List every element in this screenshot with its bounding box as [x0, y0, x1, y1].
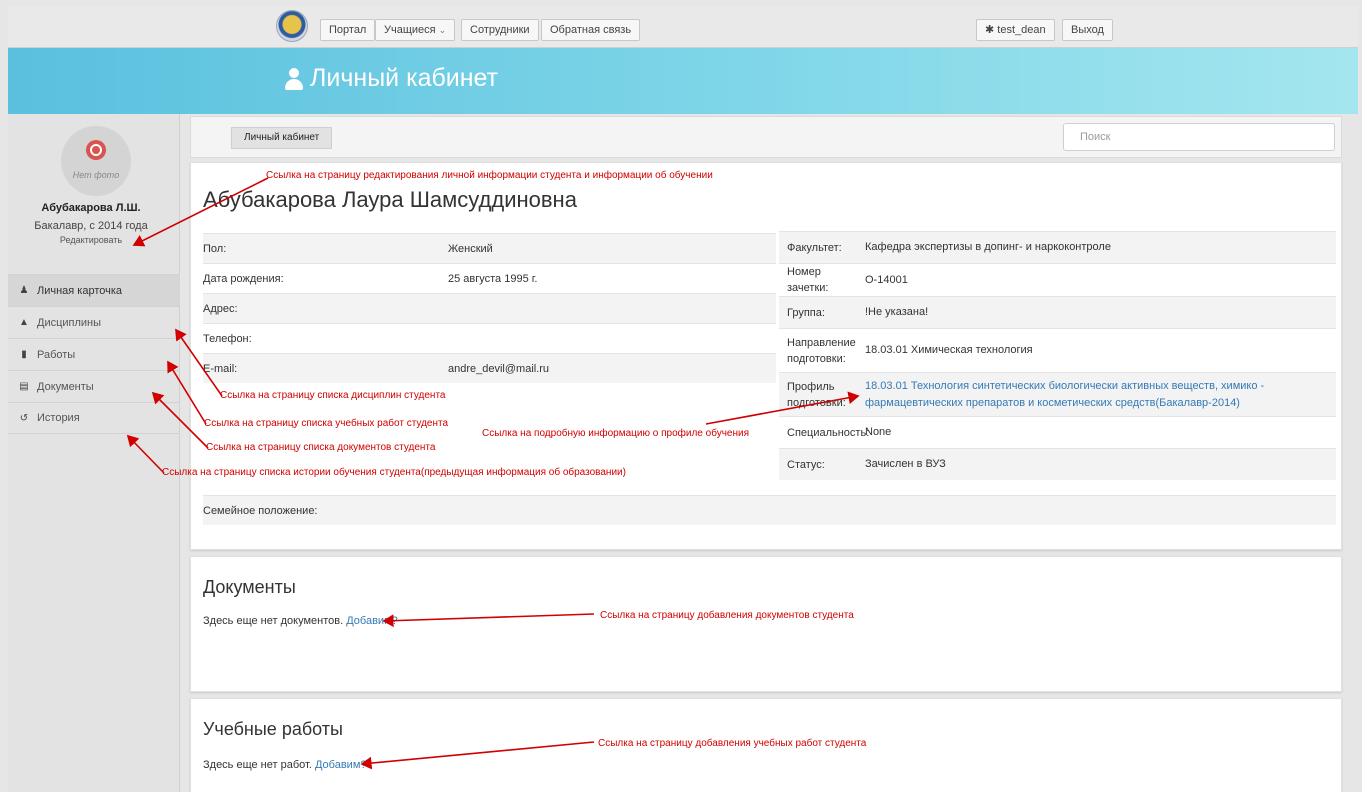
table-row: Адрес:: [203, 293, 776, 323]
family-status-row: Семейное положение:: [203, 495, 1336, 525]
works-title: Учебные работы: [203, 719, 343, 739]
avatar: Нет фото: [61, 126, 131, 196]
annotation-add-works: Ссылка на страницу добавления учебных ра…: [598, 738, 867, 749]
sidebar-item-works[interactable]: ▮ Работы: [8, 338, 180, 370]
chevron-down-icon: ⌄: [438, 25, 447, 35]
field-label: Группа:: [787, 306, 825, 319]
annotation-profile: Ссылка на подробную информацию о профиле…: [482, 428, 750, 439]
documents-panel: Документы Здесь еще нет документов. Доба…: [190, 556, 1342, 692]
user-icon: [284, 67, 304, 90]
nav-employees[interactable]: Сотрудники: [461, 19, 539, 41]
field-value: О-14001: [865, 273, 908, 286]
add-document-link[interactable]: Добавим?: [346, 615, 398, 627]
annotation-documents: Ссылка на страницу списка документов сту…: [206, 442, 436, 453]
document-icon: ▤: [19, 381, 29, 392]
sidebar-menu: ♟ Личная карточка ▲ Дисциплины ▮ Работы …: [8, 274, 180, 434]
search-input[interactable]: [1063, 123, 1335, 151]
user-icon: ♟: [19, 285, 29, 296]
table-row: Группа: !Не указана!: [779, 296, 1336, 328]
sidebar-item-label: Работы: [37, 348, 76, 361]
top-navbar: Портал Учащиеся ⌄ Сотрудники Обратная свя…: [8, 6, 1358, 48]
annotation-works: Ссылка на страницу списка учебных работ …: [204, 418, 449, 429]
nav-students-dropdown[interactable]: Учащиеся ⌄: [375, 19, 456, 41]
field-value: 25 августа 1995 г.: [448, 272, 538, 285]
no-photo-icon: [86, 140, 106, 160]
student-full-name: Абубакарова Лаура Шамсуддиновна: [203, 187, 577, 212]
sidebar-item-documents[interactable]: ▤ Документы: [8, 370, 180, 402]
field-label: Семейное положение:: [203, 505, 318, 517]
field-label: Пол:: [203, 242, 227, 255]
student-info-panel: Абубакарова Лаура Шамсуддиновна Пол: Женс…: [190, 162, 1342, 550]
annotation-edit: Ссылка на страницу редактирования личной…: [266, 170, 713, 181]
annotation-disciplines: Ссылка на страницу списка дисциплин студ…: [220, 390, 446, 401]
book-icon: ▮: [21, 349, 27, 360]
sidebar-item-label: История: [37, 412, 80, 424]
table-row: Дата рождения: 25 августа 1995 г.: [203, 263, 776, 293]
field-label: Направление подготовки:: [787, 336, 856, 365]
documents-title: Документы: [203, 577, 296, 597]
university-logo-icon[interactable]: [276, 10, 308, 42]
annotation-history: Ссылка на страницу списка истории обучен…: [162, 467, 626, 478]
table-row: Профиль подготовки: 18.03.01 Технология с…: [779, 372, 1336, 416]
history-icon: ↺: [19, 412, 29, 424]
table-row: Факультет: Кафедра экспертизы в допинг- и…: [779, 231, 1336, 263]
sidebar-item-label: Личная карточка: [37, 284, 123, 297]
field-value: None: [865, 426, 892, 438]
field-value: andre_devil@mail.ru: [448, 362, 550, 375]
nav-portal[interactable]: Портал: [320, 19, 376, 41]
table-row: E-mail: andre_devil@mail.ru: [203, 353, 776, 383]
sidebar-item-disciplines[interactable]: ▲ Дисциплины: [8, 306, 180, 338]
page-title: Личный кабинет: [284, 64, 498, 93]
field-label: Дата рождения:: [203, 272, 284, 285]
field-value: Зачислен в ВУЗ: [865, 458, 946, 470]
add-work-link[interactable]: Добавим?: [315, 759, 367, 771]
student-short-name: Абубакарова Л.Ш.: [41, 202, 141, 214]
documents-empty-message: Здесь еще нет документов. Добавим?: [203, 615, 398, 627]
sidebar-item-label: Документы: [37, 380, 94, 393]
field-label: E-mail:: [203, 362, 238, 375]
field-label: Профиль подготовки:: [787, 380, 846, 409]
field-value: !Не указана!: [865, 306, 929, 318]
logout-button[interactable]: Выход: [1062, 19, 1113, 41]
annotation-add-documents: Ссылка на страницу добавления документов…: [600, 610, 854, 621]
table-row: Статус: Зачислен в ВУЗ: [779, 448, 1336, 480]
edit-profile-link[interactable]: Редактировать: [8, 235, 174, 245]
table-row: Пол: Женский: [203, 233, 776, 263]
field-value: 18.03.01 Химическая технология: [865, 344, 1033, 356]
sidebar-item-label: Дисциплины: [37, 316, 102, 329]
table-row: Направление подготовки: 18.03.01 Химическ…: [779, 328, 1336, 372]
graduation-cap-icon: ▲: [19, 317, 29, 328]
nav-feedback[interactable]: Обратная связь: [541, 19, 641, 41]
field-label: Адрес:: [203, 302, 238, 315]
user-name: test_dean: [997, 24, 1046, 36]
works-empty-message: Здесь еще нет работ. Добавим?: [203, 759, 367, 771]
table-row: Специальность: None: [779, 416, 1336, 448]
field-label: Номер зачетки:: [787, 266, 829, 294]
works-empty-text: Здесь еще нет работ.: [203, 759, 312, 771]
table-row: Телефон:: [203, 323, 776, 353]
sidebar: Нет фото Абубакарова Л.Ш. Бакалавр, с 20…: [8, 114, 180, 792]
user-menu[interactable]: ✱ test_dean: [976, 19, 1055, 41]
field-label: Статус:: [787, 458, 825, 471]
personal-info-table: Пол: Женский Дата рождения: 25 августа 199…: [203, 233, 776, 383]
tab-personal-cabinet[interactable]: Личный кабинет: [231, 127, 333, 149]
field-value: Женский: [448, 242, 493, 255]
sidebar-item-personal-card[interactable]: ♟ Личная карточка: [8, 274, 180, 306]
study-info-table: Факультет: Кафедра экспертизы в допинг- и…: [779, 231, 1336, 480]
no-photo-label: Нет фото: [72, 170, 120, 180]
student-degree: Бакалавр, с 2014 года: [34, 220, 148, 232]
page-banner: Личный кабинет: [8, 48, 1358, 114]
profile-link[interactable]: 18.03.01 Технология синтетических биолог…: [865, 378, 1336, 412]
content-toolbar: Личный кабинет: [190, 116, 1342, 158]
field-label: Телефон:: [203, 332, 252, 345]
page-title-text: Личный кабинет: [310, 64, 499, 92]
field-label: Факультет:: [787, 241, 842, 254]
asterisk-icon: ✱: [985, 24, 998, 36]
table-row: Номер зачетки: О-14001: [779, 263, 1336, 296]
field-value: Кафедра экспертизы в допинг- и наркоконт…: [865, 241, 1111, 253]
sidebar-item-history[interactable]: ↺ История: [8, 402, 180, 434]
documents-empty-text: Здесь еще нет документов.: [203, 615, 344, 627]
nav-students-label: Учащиеся: [384, 24, 436, 36]
field-label: Специальность:: [787, 426, 870, 439]
